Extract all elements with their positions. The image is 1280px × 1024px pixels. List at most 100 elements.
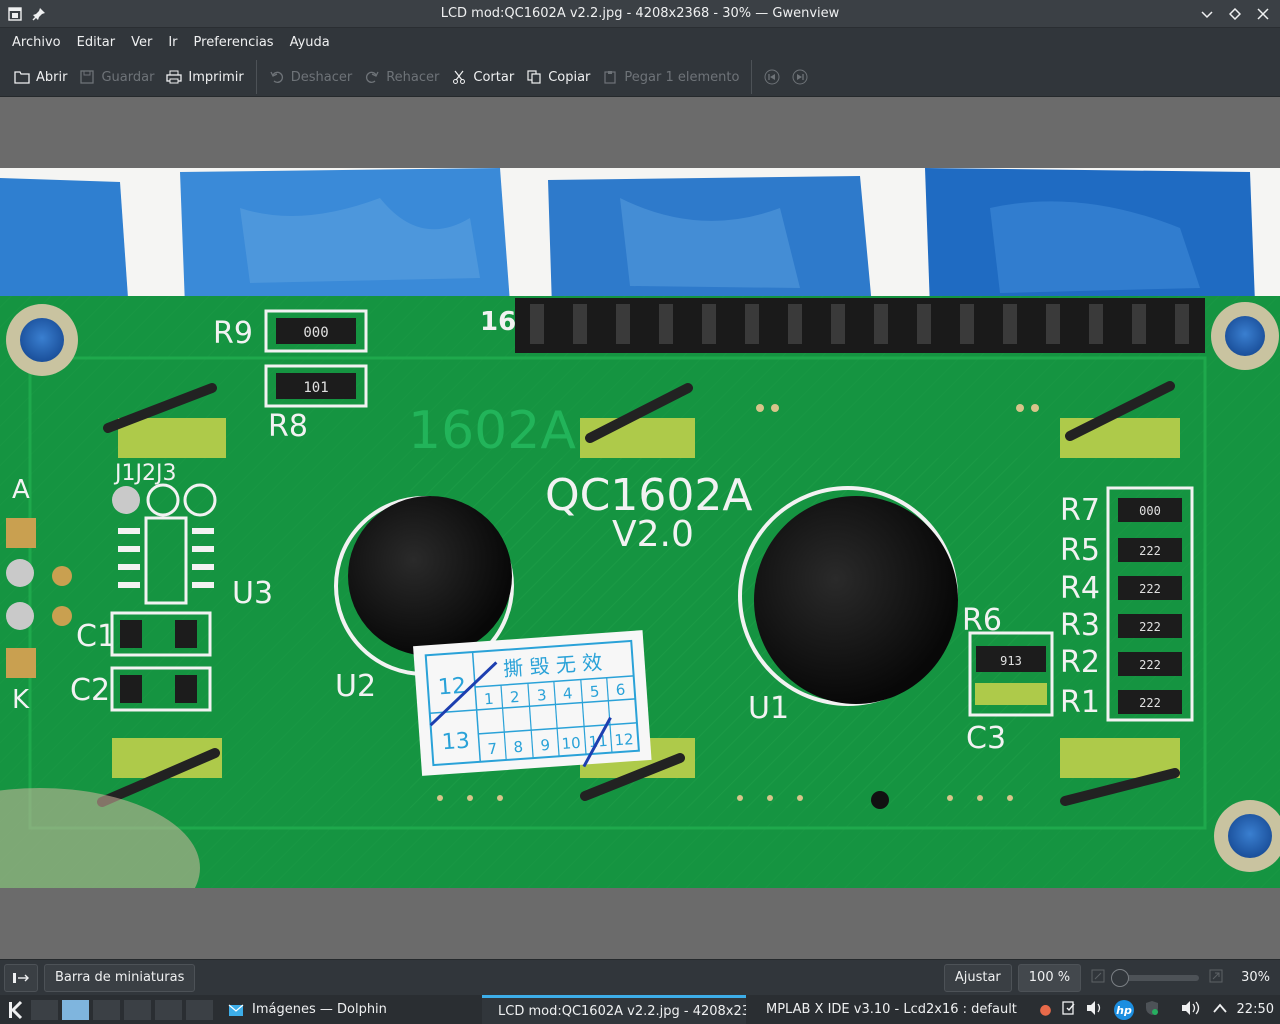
menu-archivo[interactable]: Archivo — [4, 28, 69, 58]
open-label: Abrir — [36, 69, 68, 85]
print-icon — [166, 69, 183, 85]
c2-label: C2 — [70, 673, 110, 708]
sticker-cell: 12 — [614, 730, 634, 749]
sticker-cell: 4 — [562, 684, 573, 703]
menu-editar[interactable]: Editar — [69, 28, 124, 58]
next-button[interactable] — [786, 62, 814, 92]
r6-code: 913 — [1000, 654, 1022, 668]
previous-button[interactable] — [758, 62, 786, 92]
r2-label: R2 — [1060, 645, 1100, 680]
u2-label: U2 — [335, 669, 376, 704]
r3-code: 222 — [1139, 620, 1161, 634]
task-mplab[interactable]: MPLAB X IDE v3.10 - Lcd2x16 : default — [750, 995, 1018, 1024]
task-label: LCD mod:QC1602A v2.2.jpg - 4208x23 — [498, 1003, 746, 1019]
desktop-2[interactable] — [61, 998, 90, 1021]
task-label: MPLAB X IDE v3.10 - Lcd2x16 : default — [766, 1002, 1017, 1017]
copy-button[interactable]: Copiar — [520, 62, 596, 92]
desktop-3[interactable] — [92, 998, 121, 1021]
virtual-desktop-pager — [30, 998, 214, 1021]
thumbnail-bar-button[interactable]: Barra de miniaturas — [44, 963, 196, 992]
zoom-in-icon[interactable] — [1209, 969, 1223, 987]
redo-label: Rehacer — [386, 69, 440, 85]
sticker-cell: 9 — [540, 736, 551, 755]
sticker-cell: 3 — [536, 686, 547, 705]
menubar: Archivo Editar Ver Ir Preferencias Ayuda — [0, 28, 1280, 58]
tray-expand-icon[interactable] — [1212, 1002, 1228, 1018]
menu-ayuda[interactable]: Ayuda — [282, 28, 338, 58]
close-icon[interactable] — [1254, 5, 1272, 23]
zoom-slider-handle[interactable] — [1111, 968, 1130, 987]
cut-button[interactable]: Cortar — [445, 62, 520, 92]
application-launcher-icon[interactable] — [6, 1000, 26, 1020]
r4-code: 222 — [1139, 582, 1161, 596]
print-label: Imprimir — [188, 69, 244, 85]
r3-label: R3 — [1060, 608, 1100, 643]
r9-label: R9 — [213, 316, 253, 351]
menu-ir[interactable]: Ir — [160, 28, 185, 58]
scissors-icon — [451, 69, 467, 85]
maximize-icon[interactable] — [1226, 5, 1244, 23]
minimize-icon[interactable] — [1198, 5, 1216, 23]
undo-button[interactable]: Deshacer — [263, 62, 358, 92]
print-button[interactable]: Imprimir — [160, 62, 249, 92]
warranty-sticker: 撕 毁 无 效 12 13 1 2 3 4 5 6 7 8 9 10 11 12 — [413, 630, 652, 776]
next-icon — [792, 69, 808, 85]
redo-icon — [364, 69, 380, 85]
image-view[interactable]: 16 000 101 R9 R8 J1J2J3 A K U3 C1 C2 U2 … — [0, 97, 1280, 959]
fit-button[interactable]: Ajustar — [943, 963, 1012, 992]
audio-icon[interactable] — [1086, 1000, 1104, 1020]
cut-label: Cortar — [473, 69, 515, 85]
photo-lcd-board: 16 000 101 R9 R8 J1J2J3 A K U3 C1 C2 U2 … — [0, 168, 1280, 888]
task-label: Imágenes — Dolphin — [252, 1002, 387, 1017]
menu-ver[interactable]: Ver — [123, 28, 160, 58]
sidebar-toggle-icon — [13, 972, 29, 983]
hp-icon[interactable]: hp — [1113, 999, 1135, 1021]
zoom-100-button[interactable]: 100 % — [1017, 963, 1082, 992]
r2-code: 222 — [1139, 658, 1161, 672]
pin16-label: 16 — [480, 307, 516, 337]
pin-icon[interactable] — [30, 5, 48, 23]
user-icon[interactable]: ● — [1039, 1002, 1051, 1018]
toolbar-separator — [255, 60, 257, 94]
sticker-left-bottom: 13 — [441, 729, 471, 756]
pcb-photo: 16 000 101 R9 R8 J1J2J3 A K U3 C1 C2 U2 … — [0, 168, 1280, 888]
window-menu-icon[interactable] — [6, 5, 24, 23]
c3-label: C3 — [966, 721, 1006, 756]
toolbar-separator — [751, 60, 753, 94]
task-dolphin[interactable]: Imágenes — Dolphin — [220, 995, 482, 1024]
paste-button[interactable]: Pegar 1 elemento — [596, 62, 745, 92]
window-titlebar: LCD mod:QC1602A v2.2.jpg - 4208x2368 - 3… — [0, 0, 1280, 28]
r4-label: R4 — [1060, 571, 1100, 606]
volume-icon[interactable] — [1181, 1000, 1203, 1020]
previous-icon — [764, 69, 780, 85]
sticker-cell: 8 — [513, 738, 524, 757]
menu-preferencias[interactable]: Preferencias — [186, 28, 282, 58]
zoom-percent: 30% — [1241, 970, 1270, 985]
zoom-out-icon[interactable] — [1091, 969, 1105, 986]
desktop-6[interactable] — [185, 998, 214, 1021]
zoom-slider[interactable] — [1111, 968, 1200, 987]
r1-code: 222 — [1139, 696, 1161, 710]
desktop-1[interactable] — [30, 998, 59, 1021]
silk-1602a: 1602A — [408, 401, 576, 461]
task-gwenview[interactable]: LCD mod:QC1602A v2.2.jpg - 4208x23 — [482, 995, 746, 1024]
security-shield-icon[interactable] — [1144, 1000, 1160, 1020]
r8-code: 101 — [303, 380, 328, 396]
clipboard-icon[interactable] — [1061, 1000, 1077, 1020]
desktop-5[interactable] — [154, 998, 183, 1021]
u1-label: U1 — [748, 691, 789, 726]
clock[interactable]: 22:50 — [1237, 1002, 1274, 1017]
sidebar-toggle-button[interactable] — [4, 963, 38, 992]
save-icon — [79, 69, 95, 85]
desktop-4[interactable] — [123, 998, 152, 1021]
redo-button[interactable]: Rehacer — [358, 62, 445, 92]
sticker-cell: 5 — [589, 682, 600, 701]
save-button[interactable]: Guardar — [73, 62, 160, 92]
main-toolbar: Abrir Guardar Imprimir Deshacer Rehacer … — [0, 58, 1280, 97]
sticker-cell: 1 — [484, 690, 495, 709]
r9-code: 000 — [303, 325, 328, 341]
open-button[interactable]: Abrir — [8, 62, 73, 92]
sticker-cell: 10 — [561, 734, 581, 753]
r7-label: R7 — [1060, 493, 1100, 528]
save-label: Guardar — [101, 69, 155, 85]
